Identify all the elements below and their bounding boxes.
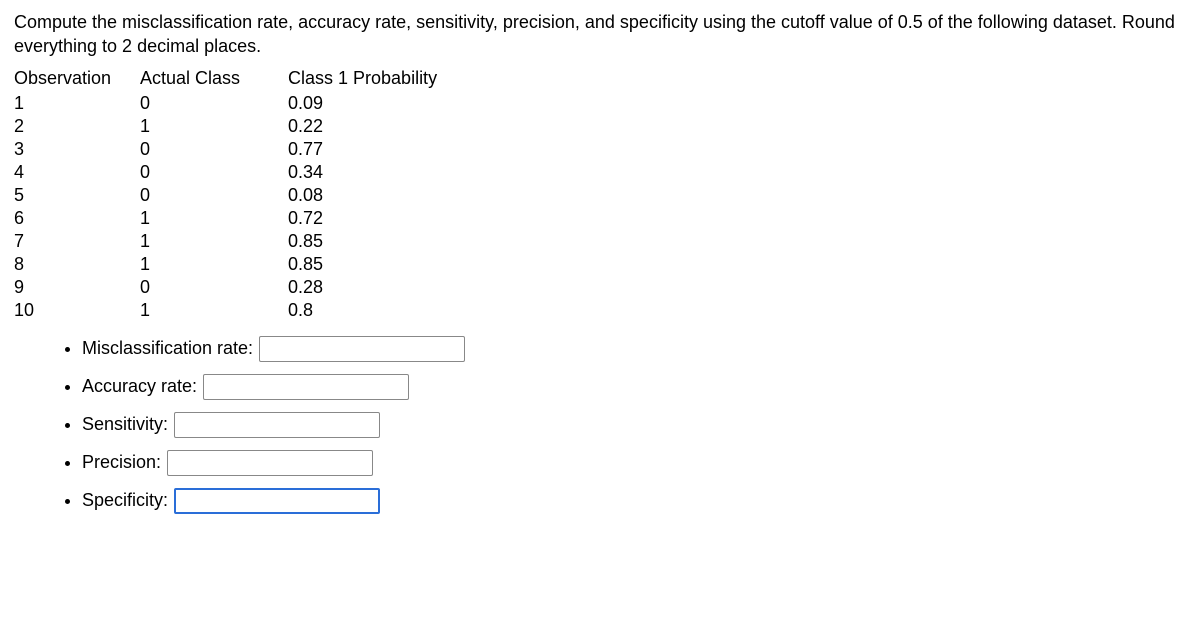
cell-prob: 0.85 — [288, 230, 488, 253]
cell-obs: 1 — [14, 92, 140, 115]
cell-obs: 6 — [14, 207, 140, 230]
misclassification-label: Misclassification rate: — [82, 338, 253, 359]
cell-actual: 0 — [140, 276, 288, 299]
cell-obs: 2 — [14, 115, 140, 138]
cell-actual: 0 — [140, 138, 288, 161]
answer-fields-list: Misclassification rate: Accuracy rate: S… — [14, 336, 1186, 514]
cell-prob: 0.8 — [288, 299, 488, 322]
cell-prob: 0.72 — [288, 207, 488, 230]
cell-actual: 1 — [140, 230, 288, 253]
cell-obs: 4 — [14, 161, 140, 184]
cell-obs: 5 — [14, 184, 140, 207]
dataset-table: Observation Actual Class Class 1 Probabi… — [14, 67, 488, 322]
cell-prob: 0.85 — [288, 253, 488, 276]
cell-obs: 7 — [14, 230, 140, 253]
question-prompt: Compute the misclassification rate, accu… — [14, 10, 1186, 59]
cell-prob: 0.77 — [288, 138, 488, 161]
table-row: 1 0 0.09 — [14, 92, 488, 115]
cell-prob: 0.34 — [288, 161, 488, 184]
cell-actual: 0 — [140, 161, 288, 184]
misclassification-input[interactable] — [259, 336, 465, 362]
sensitivity-input[interactable] — [174, 412, 380, 438]
cell-actual: 1 — [140, 299, 288, 322]
cell-prob: 0.08 — [288, 184, 488, 207]
header-actual-class: Actual Class — [140, 67, 288, 92]
table-row: 3 0 0.77 — [14, 138, 488, 161]
table-row: 8 1 0.85 — [14, 253, 488, 276]
table-row: 2 1 0.22 — [14, 115, 488, 138]
cell-actual: 1 — [140, 207, 288, 230]
table-row: 6 1 0.72 — [14, 207, 488, 230]
sensitivity-label: Sensitivity: — [82, 414, 168, 435]
specificity-label: Specificity: — [82, 490, 168, 511]
cell-obs: 9 — [14, 276, 140, 299]
table-row: 9 0 0.28 — [14, 276, 488, 299]
table-header-row: Observation Actual Class Class 1 Probabi… — [14, 67, 488, 92]
cell-prob: 0.22 — [288, 115, 488, 138]
cell-actual: 0 — [140, 184, 288, 207]
precision-label: Precision: — [82, 452, 161, 473]
table-row: 4 0 0.34 — [14, 161, 488, 184]
cell-obs: 10 — [14, 299, 140, 322]
precision-input[interactable] — [167, 450, 373, 476]
cell-obs: 3 — [14, 138, 140, 161]
accuracy-input[interactable] — [203, 374, 409, 400]
cell-prob: 0.09 — [288, 92, 488, 115]
cell-prob: 0.28 — [288, 276, 488, 299]
cell-actual: 1 — [140, 115, 288, 138]
table-row: 10 1 0.8 — [14, 299, 488, 322]
cell-actual: 1 — [140, 253, 288, 276]
accuracy-label: Accuracy rate: — [82, 376, 197, 397]
specificity-input[interactable] — [174, 488, 380, 514]
header-class1-prob: Class 1 Probability — [288, 67, 488, 92]
cell-obs: 8 — [14, 253, 140, 276]
table-row: 7 1 0.85 — [14, 230, 488, 253]
cell-actual: 0 — [140, 92, 288, 115]
table-row: 5 0 0.08 — [14, 184, 488, 207]
header-observation: Observation — [14, 67, 140, 92]
